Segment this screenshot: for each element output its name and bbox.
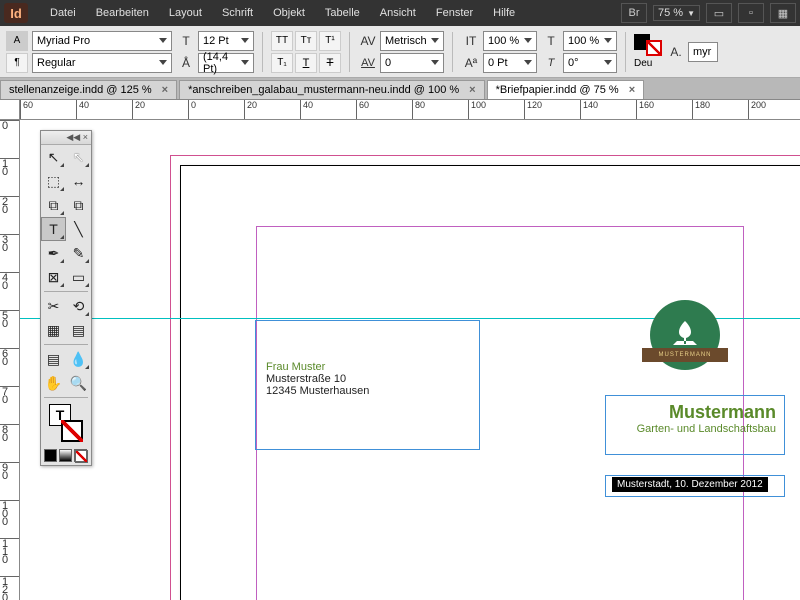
kerning-input[interactable]: Metrisch (380, 31, 444, 51)
para-format-mode[interactable]: ¶ (6, 53, 28, 73)
leading-icon: Å (176, 53, 196, 73)
font-size-input[interactable]: 12 Pt (198, 31, 254, 51)
view-options-icon[interactable]: ▭ (706, 3, 732, 23)
pen-tool[interactable]: ✒ (41, 241, 66, 265)
tools-panel[interactable]: ◀◀ × ↖ ↖ ⬚ ↔ ⧉ ⧉ T ╲ ✒ ✎ ⊠ ▭ ✂ ⟲ ▦ ▤ ▤ (40, 130, 92, 466)
char-style-icon: A. (666, 42, 686, 62)
apply-gradient[interactable] (59, 449, 72, 462)
color-mode-swatches[interactable] (41, 446, 91, 465)
content-collector-tool[interactable]: ⧉ (41, 193, 66, 217)
close-icon[interactable]: × (629, 84, 635, 96)
ruler-horizontal[interactable]: 604020020406080100120140160180200 (20, 100, 800, 120)
control-panel: A ¶ Myriad Pro Regular T12 Pt Å(14,4 Pt)… (0, 26, 800, 78)
baseline-input[interactable]: 0 Pt (483, 53, 537, 73)
hand-tool[interactable]: ✋ (41, 371, 66, 395)
fill-stroke-swatch[interactable] (634, 34, 662, 56)
recipient-name: Frau Muster (266, 361, 469, 373)
menu-type[interactable]: Schrift (212, 7, 263, 19)
apply-none[interactable] (74, 449, 87, 462)
font-style-dropdown[interactable]: Regular (32, 53, 172, 73)
tab-doc-3[interactable]: *Briefpapier.indd @ 75 %× (487, 80, 645, 99)
tracking-input[interactable]: 0 (380, 53, 444, 73)
gradient-swatch-tool[interactable]: ▦ (41, 318, 66, 342)
hscale-icon: T (541, 31, 561, 51)
date-text-selected[interactable]: Musterstadt, 10. Dezember 2012 (612, 477, 768, 492)
zoom-tool[interactable]: 🔍 (66, 371, 91, 395)
tools-panel-header[interactable]: ◀◀ × (41, 131, 91, 145)
menu-layout[interactable]: Layout (159, 7, 212, 19)
menu-table[interactable]: Tabelle (315, 7, 370, 19)
note-tool[interactable]: ▤ (41, 347, 66, 371)
vscale-icon: IT (461, 31, 481, 51)
char-format-mode[interactable]: A (6, 31, 28, 51)
ruler-origin[interactable] (0, 100, 20, 120)
underline-btn[interactable]: T (295, 53, 317, 73)
hscale-input[interactable]: 100 % (563, 31, 617, 51)
company-tagline: Garten- und Landschaftsbau (614, 423, 776, 435)
stroke-color[interactable] (61, 420, 83, 442)
tracking-icon: AV (358, 53, 378, 73)
menu-file[interactable]: Datei (40, 7, 86, 19)
baseline-icon: Aª (461, 53, 481, 73)
rectangle-frame-tool[interactable]: ⊠ (41, 265, 66, 289)
style-search[interactable]: myr (688, 42, 718, 62)
gradient-feather-tool[interactable]: ▤ (66, 318, 91, 342)
pencil-tool[interactable]: ✎ (66, 241, 91, 265)
document-tabs: stellenanzeige.indd @ 125 %× *anschreibe… (0, 78, 800, 100)
close-icon[interactable]: × (469, 84, 475, 96)
tab-doc-1[interactable]: stellenanzeige.indd @ 125 %× (0, 80, 177, 99)
logo-frame[interactable]: MUSTERMANN (650, 300, 720, 370)
app-logo: Id (4, 3, 28, 23)
menu-help[interactable]: Hilfe (483, 7, 525, 19)
vscale-input[interactable]: 100 % (483, 31, 537, 51)
canvas-area[interactable]: Frau Muster Musterstraße 10 12345 Muster… (20, 120, 800, 600)
rectangle-tool[interactable]: ▭ (66, 265, 91, 289)
direct-selection-tool[interactable]: ↖ (66, 145, 91, 169)
close-icon[interactable]: × (162, 84, 168, 96)
workspace: 604020020406080100120140160180200 010203… (0, 100, 800, 600)
type-tool[interactable]: T (41, 217, 66, 241)
eyedropper-tool[interactable]: 💧 (66, 347, 91, 371)
menubar: Id Datei Bearbeiten Layout Schrift Objek… (0, 0, 800, 26)
arrange-icon[interactable]: ▦ (770, 3, 796, 23)
company-name: Mustermann (614, 402, 776, 423)
skew-input[interactable]: 0° (563, 53, 617, 73)
subscript-btn[interactable]: T₁ (271, 53, 293, 73)
menu-view[interactable]: Ansicht (370, 7, 426, 19)
line-tool[interactable]: ╲ (66, 217, 91, 241)
screen-mode-icon[interactable]: ▫ (738, 3, 764, 23)
logo-banner: MUSTERMANN (642, 348, 728, 362)
strikethrough-btn[interactable]: T (319, 53, 341, 73)
menu-edit[interactable]: Bearbeiten (86, 7, 159, 19)
small-caps-btn[interactable]: Tᴛ (295, 31, 317, 51)
ruler-vertical[interactable]: 0102030405060708090100110120130 (0, 120, 20, 600)
zoom-level[interactable]: 75 %▼ (653, 5, 700, 21)
gap-tool[interactable]: ↔ (66, 169, 91, 193)
bridge-icon[interactable]: Br (621, 3, 647, 23)
recipient-street: Musterstraße 10 (266, 373, 469, 385)
content-placer-tool[interactable]: ⧉ (66, 193, 91, 217)
font-size-icon: T (176, 31, 196, 51)
free-transform-tool[interactable]: ⟲ (66, 294, 91, 318)
tab-doc-2[interactable]: *anschreiben_galabau_mustermann-neu.indd… (179, 80, 485, 99)
all-caps-btn[interactable]: TT (271, 31, 293, 51)
menu-window[interactable]: Fenster (426, 7, 483, 19)
text-frame-company[interactable]: Mustermann Garten- und Landschaftsbau (605, 395, 785, 455)
kerning-icon: AV (358, 31, 378, 51)
leading-input[interactable]: (14,4 Pt) (198, 53, 254, 73)
skew-icon: T (541, 53, 561, 73)
fill-stroke-toggle[interactable]: T (45, 404, 87, 442)
recipient-city: 12345 Musterhausen (266, 385, 469, 397)
language-dropdown[interactable]: Deu (634, 58, 662, 69)
scissors-tool[interactable]: ✂ (41, 294, 66, 318)
logo-circle: MUSTERMANN (650, 300, 720, 370)
text-frame-address[interactable]: Frau Muster Musterstraße 10 12345 Muster… (255, 320, 480, 450)
apply-color[interactable] (44, 449, 57, 462)
superscript-btn[interactable]: T¹ (319, 31, 341, 51)
menu-object[interactable]: Objekt (263, 7, 315, 19)
page-tool[interactable]: ⬚ (41, 169, 66, 193)
font-family-dropdown[interactable]: Myriad Pro (32, 31, 172, 51)
selection-tool[interactable]: ↖ (41, 145, 66, 169)
